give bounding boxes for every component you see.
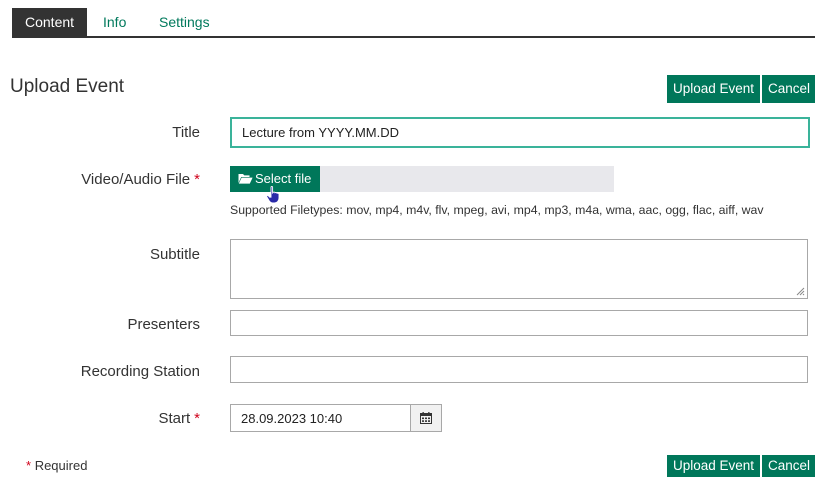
calendar-button[interactable] bbox=[410, 404, 442, 432]
required-note: * Required bbox=[26, 458, 88, 473]
subtitle-textarea[interactable] bbox=[230, 239, 808, 299]
presenters-input[interactable] bbox=[230, 310, 808, 336]
hand-pointer-icon bbox=[266, 186, 280, 204]
calendar-icon bbox=[420, 412, 432, 424]
tab-bar: Content Info Settings bbox=[12, 8, 815, 38]
title-label: Title bbox=[172, 124, 200, 141]
required-star: * bbox=[194, 410, 200, 427]
cancel-button-bottom[interactable]: Cancel bbox=[762, 455, 815, 477]
presenters-label: Presenters bbox=[127, 316, 200, 333]
required-star: * bbox=[194, 171, 200, 188]
upload-event-button-bottom[interactable]: Upload Event bbox=[667, 455, 761, 477]
start-label: Start * bbox=[158, 410, 200, 427]
tab-settings[interactable]: Settings bbox=[146, 8, 223, 36]
recording-station-input[interactable] bbox=[230, 356, 808, 383]
subtitle-label: Subtitle bbox=[149, 246, 200, 263]
file-drop-area[interactable]: Select file bbox=[230, 166, 614, 192]
resize-handle-icon[interactable] bbox=[796, 287, 805, 296]
tab-info[interactable]: Info bbox=[90, 8, 139, 36]
upload-event-button[interactable]: Upload Event bbox=[667, 75, 761, 103]
file-label: Video/Audio File * bbox=[81, 171, 200, 188]
cancel-button[interactable]: Cancel bbox=[762, 75, 815, 103]
folder-open-icon bbox=[238, 174, 253, 184]
tab-content[interactable]: Content bbox=[12, 8, 88, 36]
select-file-label: Select file bbox=[255, 171, 312, 186]
recording-station-label: Recording Station bbox=[80, 363, 200, 380]
start-datetime-input[interactable] bbox=[230, 404, 411, 432]
title-input[interactable] bbox=[230, 117, 810, 148]
required-star: * bbox=[26, 458, 32, 473]
page-title: Upload Event bbox=[10, 76, 125, 97]
supported-filetypes-text: Supported Filetypes: mov, mp4, m4v, flv,… bbox=[230, 203, 764, 217]
